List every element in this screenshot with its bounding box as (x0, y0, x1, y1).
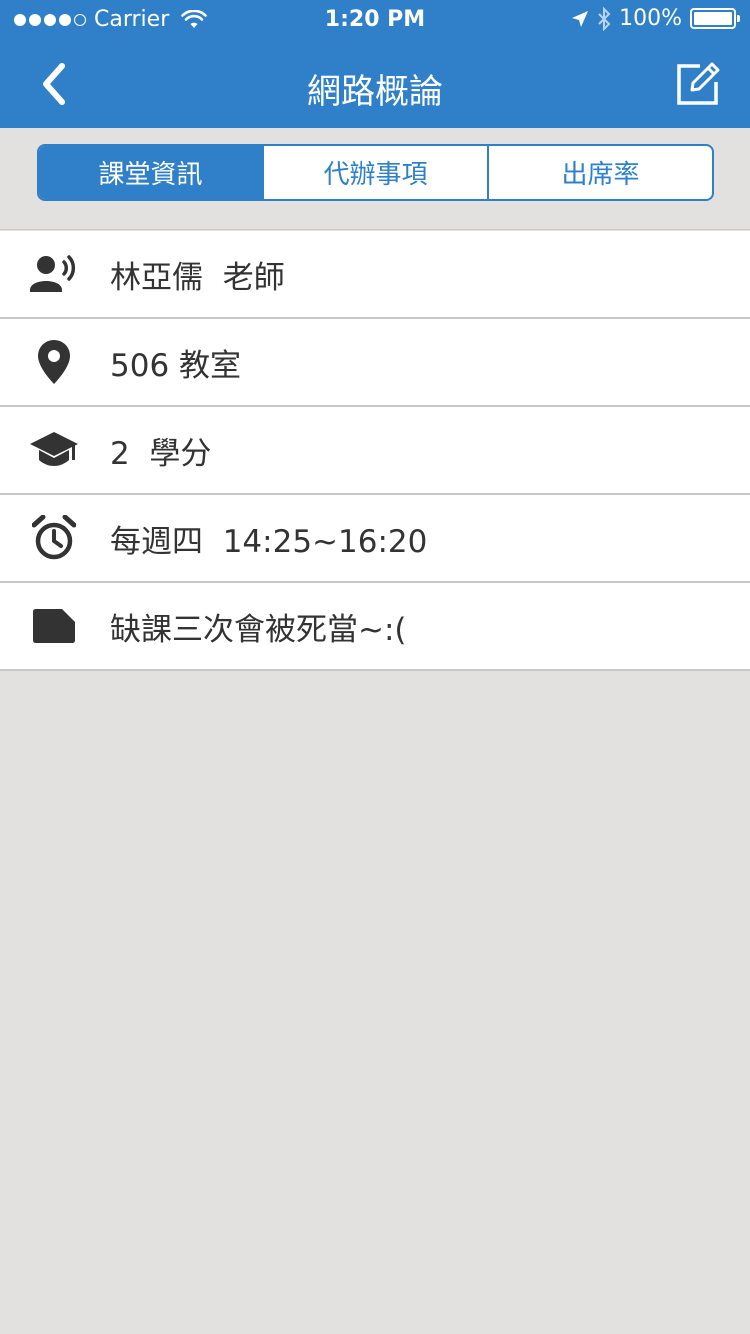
navigation-bar: 網路概論 (0, 40, 750, 128)
credits-row: 2 學分 (0, 407, 750, 495)
edit-icon (677, 62, 720, 105)
tab-todo[interactable]: 代辦事項 (264, 146, 489, 199)
status-bar: Carrier 1:20 PM 100% (0, 0, 750, 40)
class-note: 缺課三次會被死當~:( (110, 611, 407, 648)
classroom: 506 教室 (110, 347, 242, 384)
note-row: 缺課三次會被死當~:( (0, 583, 750, 671)
graduation-cap-icon (30, 426, 78, 474)
note-icon (30, 602, 78, 650)
tab-attendance[interactable]: 出席率 (489, 146, 712, 199)
map-pin-icon (30, 338, 78, 386)
teacher-name: 林亞儒 老師 (110, 259, 285, 296)
page-title: 網路概論 (307, 72, 443, 112)
alarm-clock-icon (30, 514, 78, 562)
teacher-row: 林亞儒 老師 (0, 231, 750, 319)
credit-count: 2 學分 (110, 435, 212, 472)
app-header: Carrier 1:20 PM 100% 網路概論 (0, 0, 750, 128)
battery-icon (690, 8, 740, 29)
tab-class-info[interactable]: 課堂資訊 (39, 146, 264, 199)
battery-level (694, 12, 732, 25)
class-info-list: 林亞儒 老師 506 教室 2 學分 每週四 14:25~16:20 缺課三次會… (0, 231, 750, 671)
bluetooth-icon (598, 6, 611, 31)
location-row: 506 教室 (0, 319, 750, 407)
schedule-row: 每週四 14:25~16:20 (0, 495, 750, 583)
class-time: 每週四 14:25~16:20 (110, 523, 428, 560)
speaking-person-icon (30, 250, 78, 298)
segmented-control: 課堂資訊 代辦事項 出席率 (37, 144, 714, 201)
tab-bar-container: 課堂資訊 代辦事項 出席率 (0, 128, 750, 230)
status-right: 100% (571, 6, 740, 31)
edit-button[interactable] (676, 62, 720, 106)
battery-percent: 100% (619, 6, 682, 31)
location-arrow-icon (572, 10, 589, 27)
